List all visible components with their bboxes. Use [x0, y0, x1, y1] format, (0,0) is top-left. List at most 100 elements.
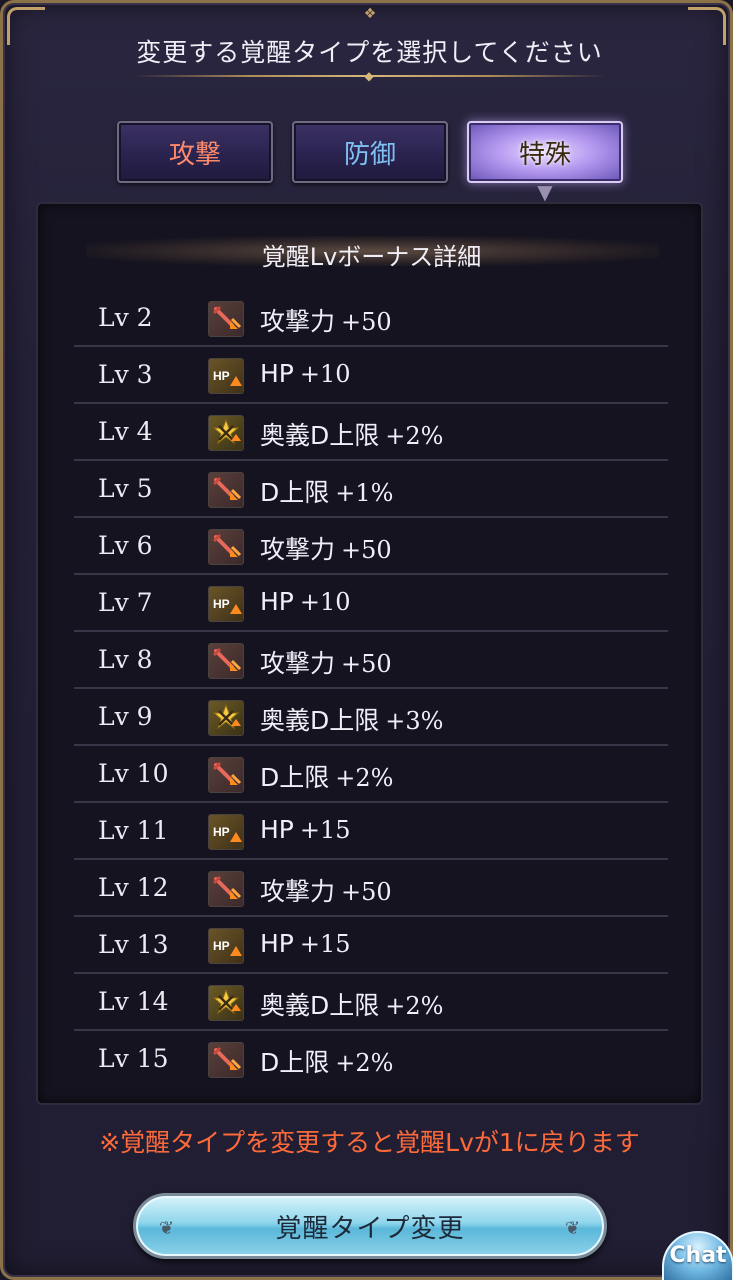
bonus-stat: 攻撃力	[260, 307, 336, 336]
bonus-value: +2%	[335, 764, 394, 792]
bonus-description: D上限 +2%	[260, 758, 393, 794]
bonus-stat: 攻撃力	[260, 649, 336, 678]
bonus-value: +3%	[385, 707, 444, 735]
bonus-row: Lv 6 攻撃力 +50	[74, 518, 668, 575]
bonus-stat: 奥義D上限	[260, 421, 380, 450]
bonus-value: +10	[299, 360, 351, 388]
bonus-stat: D上限	[260, 763, 330, 792]
bonus-value: +50	[341, 308, 392, 336]
bonus-description: 攻撃力 +50	[260, 872, 392, 908]
svg-text:HP: HP	[213, 597, 230, 611]
bonus-description: HP +10	[260, 359, 351, 388]
dialog-frame: ❖ 変更する覚醒タイプを選択してください ◆ 攻撃 防御 特殊 ▼ 覚醒Lvボー…	[0, 0, 733, 1280]
selected-tab-pointer-icon: ▼	[537, 180, 553, 204]
bonus-description: 攻撃力 +50	[260, 644, 392, 680]
bonus-value: +50	[341, 536, 392, 564]
tab-defense[interactable]: 防御	[292, 121, 448, 183]
bonus-description: 奥義D上限 +2%	[260, 986, 443, 1022]
bonus-stat: HP	[260, 929, 294, 958]
bonus-level: Lv 2	[98, 303, 153, 332]
bonus-row: Lv 4 奥義D上限 +2%	[74, 404, 668, 461]
change-awakening-type-button[interactable]: ❦ 覚醒タイプ変更 ❦	[133, 1193, 607, 1259]
bonus-description: 奥義D上限 +2%	[260, 416, 443, 452]
bonus-detail-panel: 覚醒Lvボーナス詳細 Lv 2 攻撃力 +50 Lv 3 HP HP +10 Lv 4 奥義D上…	[36, 202, 703, 1105]
hp-up-icon: HP	[208, 586, 244, 622]
bonus-description: HP +15	[260, 929, 351, 958]
bonus-stat: D上限	[260, 1048, 330, 1077]
bonus-value: +50	[341, 650, 392, 678]
bonus-row: Lv 8 攻撃力 +50	[74, 632, 668, 689]
bonus-value: +15	[299, 930, 351, 958]
bonus-level: Lv 4	[98, 417, 153, 446]
attack-up-icon	[208, 1042, 244, 1078]
top-ornament-icon: ❖	[363, 6, 377, 22]
bonus-row: Lv 14 奥義D上限 +2%	[74, 974, 668, 1031]
svg-text:HP: HP	[213, 939, 230, 953]
reset-warning-notice: ※覚醒タイプを変更すると覚醒Lvが1に戻ります	[99, 1128, 640, 1157]
bonus-row: Lv 11 HP HP +15	[74, 803, 668, 860]
bonus-description: D上限 +2%	[260, 1043, 393, 1079]
bonus-description: 攻撃力 +50	[260, 302, 392, 338]
divider-gem-icon: ◆	[364, 69, 374, 83]
bonus-stat: HP	[260, 359, 294, 388]
bonus-value: +10	[299, 588, 351, 616]
bonus-level: Lv 7	[98, 588, 153, 617]
bonus-stat: 攻撃力	[260, 877, 336, 906]
bonus-value: +15	[299, 816, 351, 844]
bonus-row: Lv 9 奥義D上限 +3%	[74, 689, 668, 746]
bonus-row: Lv 13 HP HP +15	[74, 917, 668, 974]
dialog-title: 変更する覚醒タイプを選択してください	[136, 38, 603, 67]
attack-up-icon	[208, 529, 244, 565]
ougi-damage-cap-up-icon	[208, 700, 244, 736]
bonus-stat: 攻撃力	[260, 535, 336, 564]
bonus-level: Lv 5	[98, 474, 153, 503]
bonus-level: Lv 15	[98, 1044, 169, 1073]
bonus-level: Lv 8	[98, 645, 153, 674]
ougi-damage-cap-up-icon	[208, 415, 244, 451]
bonus-list: Lv 2 攻撃力 +50 Lv 3 HP HP +10 Lv 4 奥義D上限 +2% Lv 5 D上限…	[74, 290, 668, 1088]
button-ornament-icon: ❦	[158, 1218, 176, 1239]
bonus-level: Lv 12	[98, 873, 169, 902]
svg-text:HP: HP	[213, 369, 230, 383]
bonus-value: +2%	[335, 1049, 394, 1077]
bonus-row: Lv 3 HP HP +10	[74, 347, 668, 404]
button-ornament-icon: ❦	[564, 1218, 582, 1239]
bonus-stat: HP	[260, 587, 294, 616]
bonus-stat: D上限	[260, 478, 330, 507]
attack-up-icon	[208, 871, 244, 907]
panel-title: 覚醒Lvボーナス詳細	[261, 243, 482, 271]
bonus-row: Lv 2 攻撃力 +50	[74, 290, 668, 347]
awakening-type-tabs: 攻撃 防御 特殊	[117, 121, 623, 183]
bonus-level: Lv 6	[98, 531, 153, 560]
hp-up-icon: HP	[208, 814, 244, 850]
tab-attack[interactable]: 攻撃	[117, 121, 273, 183]
bonus-row: Lv 5 D上限 +1%	[74, 461, 668, 518]
ougi-damage-cap-up-icon	[208, 985, 244, 1021]
bonus-stat: HP	[260, 815, 294, 844]
bonus-description: HP +10	[260, 587, 351, 616]
bonus-description: HP +15	[260, 815, 351, 844]
attack-up-icon	[208, 472, 244, 508]
attack-up-icon	[208, 757, 244, 793]
bonus-value: +2%	[385, 992, 444, 1020]
bonus-value: +50	[341, 878, 392, 906]
bonus-row: Lv 12 攻撃力 +50	[74, 860, 668, 917]
bonus-level: Lv 9	[98, 702, 153, 731]
attack-up-icon	[208, 643, 244, 679]
bonus-level: Lv 10	[98, 759, 169, 788]
bonus-description: D上限 +1%	[260, 473, 393, 509]
bonus-description: 奥義D上限 +3%	[260, 701, 443, 737]
svg-text:HP: HP	[213, 825, 230, 839]
bonus-stat: 奥義D上限	[260, 706, 380, 735]
tab-special[interactable]: 特殊	[467, 121, 623, 183]
bonus-stat: 奥義D上限	[260, 991, 380, 1020]
bonus-description: 攻撃力 +50	[260, 530, 392, 566]
bonus-value: +2%	[385, 422, 444, 450]
bonus-value: +1%	[335, 479, 394, 507]
chat-button[interactable]: Chat	[662, 1231, 733, 1280]
bonus-row: Lv 15 D上限 +2%	[74, 1031, 668, 1088]
hp-up-icon: HP	[208, 928, 244, 964]
change-button-label: 覚醒タイプ変更	[275, 1213, 465, 1244]
bonus-row: Lv 10 D上限 +2%	[74, 746, 668, 803]
bonus-level: Lv 13	[98, 930, 169, 959]
